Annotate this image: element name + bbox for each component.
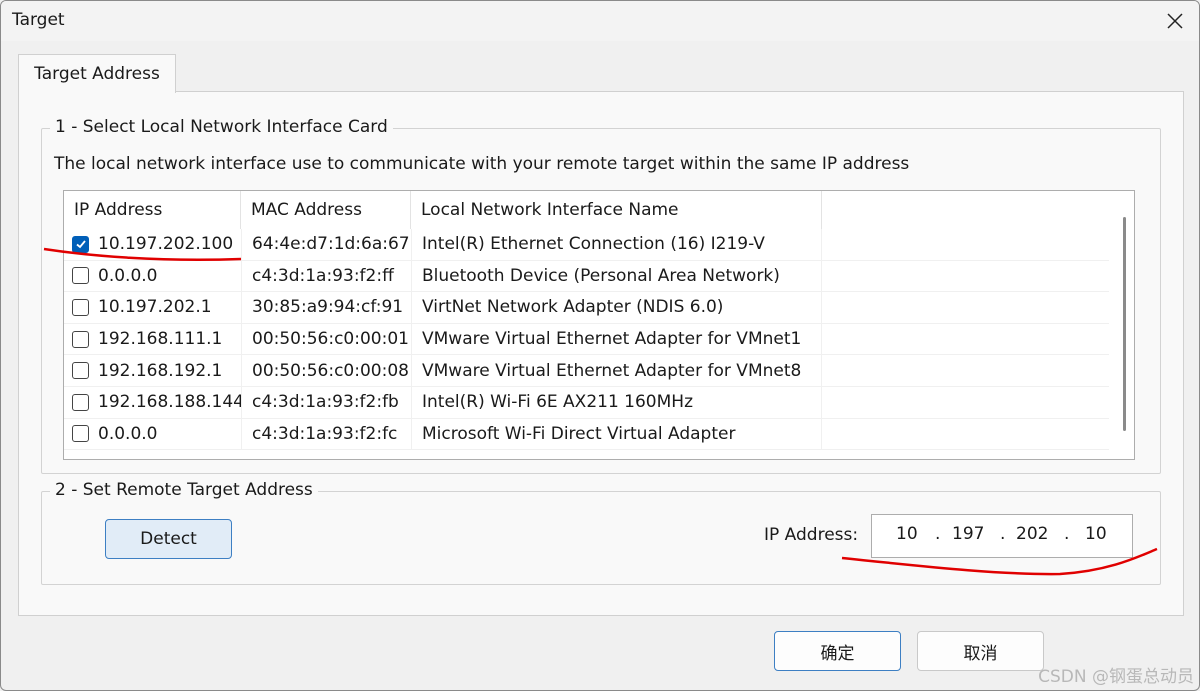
row-checkbox[interactable]	[72, 425, 89, 443]
list-item[interactable]: 192.168.111.1 00:50:56:c0:00:01 VMware Vir…	[64, 323, 1109, 356]
row-name-cell: VMware Virtual Ethernet Adapter for VMne…	[411, 355, 822, 386]
row-checkbox[interactable]	[72, 393, 89, 411]
row-ip-cell: 192.168.111.1	[64, 324, 241, 355]
row-ip-text: 10.197.202.1	[98, 297, 212, 318]
list-item[interactable]: 0.0.0.0 c4:3d:1a:93:f2:ff Bluetooth Device…	[64, 260, 1109, 293]
window-title: Target	[12, 10, 65, 30]
column-header-name[interactable]: Local Network Interface Name	[411, 191, 822, 229]
ip-octet-2[interactable]: 197	[952, 524, 984, 544]
remote-groupbox: 2 - Set Remote Target Address Detect IP …	[41, 480, 1161, 585]
ip-address-label: IP Address:	[764, 525, 859, 545]
row-ip-text: 192.168.111.1	[98, 329, 223, 350]
row-ip-text: 0.0.0.0	[98, 423, 158, 444]
row-mac-cell: 64:4e:d7:1d:6a:67	[241, 229, 411, 260]
nic-list[interactable]: IP Address MAC Address Local Network Int…	[63, 190, 1135, 460]
column-header-ip[interactable]: IP Address	[64, 191, 241, 229]
nic-group-legend: 1 - Select Local Network Interface Card	[50, 117, 393, 137]
row-name-cell: Intel(R) Wi-Fi 6E AX211 160MHz	[411, 386, 822, 418]
row-ip-cell: 10.197.202.100	[64, 229, 241, 260]
remote-group-legend: 2 - Set Remote Target Address	[50, 480, 318, 500]
close-button[interactable]	[1151, 1, 1199, 41]
row-mac-cell: c4:3d:1a:93:f2:ff	[241, 260, 411, 292]
nic-description: The local network interface use to commu…	[54, 154, 910, 174]
tab-target-address[interactable]: Target Address	[18, 54, 176, 93]
row-checkbox[interactable]	[72, 362, 89, 380]
title-bar: Target	[1, 1, 1199, 41]
ip-separator: .	[935, 524, 941, 544]
row-checkbox[interactable]	[72, 267, 89, 285]
ip-octet-3[interactable]: 202	[1016, 524, 1048, 544]
row-ip-text: 192.168.188.144	[98, 392, 241, 413]
row-mac-cell: c4:3d:1a:93:f2:fc	[241, 418, 411, 450]
row-ip-cell: 0.0.0.0	[64, 419, 241, 450]
nic-rows: 10.197.202.100 64:4e:d7:1d:6a:67 Intel(R) …	[64, 229, 1109, 451]
ip-separator: .	[1064, 524, 1070, 544]
row-name-cell: VirtNet Network Adapter (NDIS 6.0)	[411, 292, 822, 323]
row-name-cell: Bluetooth Device (Personal Area Network)	[411, 260, 822, 292]
detect-button[interactable]: Detect	[105, 519, 232, 559]
checkmark-icon	[75, 240, 86, 249]
nic-list-header: IP Address MAC Address Local Network Int…	[64, 191, 1134, 229]
list-item[interactable]: 10.197.202.1 30:85:a9:94:cf:91 VirtNet Net…	[64, 292, 1109, 324]
row-name-cell: VMware Virtual Ethernet Adapter for VMne…	[411, 323, 822, 355]
cancel-button[interactable]: 取消	[917, 631, 1044, 671]
row-ip-cell: 192.168.188.144	[64, 387, 241, 418]
ip-octet-1[interactable]: 10	[896, 524, 918, 544]
nic-groupbox: 1 - Select Local Network Interface Card …	[41, 117, 1161, 474]
ip-octet-4[interactable]: 10	[1085, 524, 1107, 544]
watermark: CSDN @钢蛋总动员	[1038, 667, 1194, 687]
row-mac-cell: 30:85:a9:94:cf:91	[241, 292, 411, 323]
tab-panel: 1 - Select Local Network Interface Card …	[18, 91, 1184, 616]
row-mac-cell: 00:50:56:c0:00:01	[241, 323, 411, 355]
row-name-cell: Microsoft Wi-Fi Direct Virtual Adapter	[411, 418, 822, 450]
row-ip-cell: 10.197.202.1	[64, 292, 241, 323]
vertical-scrollbar[interactable]	[1123, 217, 1126, 431]
row-mac-cell: c4:3d:1a:93:f2:fb	[241, 386, 411, 418]
ip-address-field[interactable]: 10 . 197 . 202 . 10	[871, 514, 1133, 558]
row-checkbox[interactable]	[72, 298, 89, 316]
dialog-window: Target Target Address 1 - Select Local N…	[0, 0, 1200, 691]
row-ip-text: 10.197.202.100	[98, 234, 234, 255]
row-checkbox[interactable]	[72, 330, 89, 348]
ok-button[interactable]: 确定	[774, 631, 901, 671]
row-checkbox[interactable]	[72, 235, 89, 253]
ip-separator: .	[1000, 524, 1006, 544]
list-item[interactable]: 10.197.202.100 64:4e:d7:1d:6a:67 Intel(R) …	[64, 229, 1109, 261]
list-item[interactable]: 192.168.192.1 00:50:56:c0:00:08 VMware Vir…	[64, 355, 1109, 387]
row-ip-cell: 192.168.192.1	[64, 355, 241, 386]
list-item[interactable]: 192.168.188.144 c4:3d:1a:93:f2:fb Intel(R)…	[64, 386, 1109, 419]
row-ip-text: 0.0.0.0	[98, 265, 158, 286]
list-item[interactable]: 0.0.0.0 c4:3d:1a:93:f2:fc Microsoft Wi-Fi …	[64, 418, 1109, 451]
row-name-cell: Intel(R) Ethernet Connection (16) I219-V	[411, 229, 822, 260]
close-icon	[1167, 13, 1183, 29]
column-header-mac[interactable]: MAC Address	[241, 191, 411, 229]
row-ip-cell: 0.0.0.0	[64, 261, 241, 292]
row-ip-text: 192.168.192.1	[98, 360, 223, 381]
row-mac-cell: 00:50:56:c0:00:08	[241, 355, 411, 386]
